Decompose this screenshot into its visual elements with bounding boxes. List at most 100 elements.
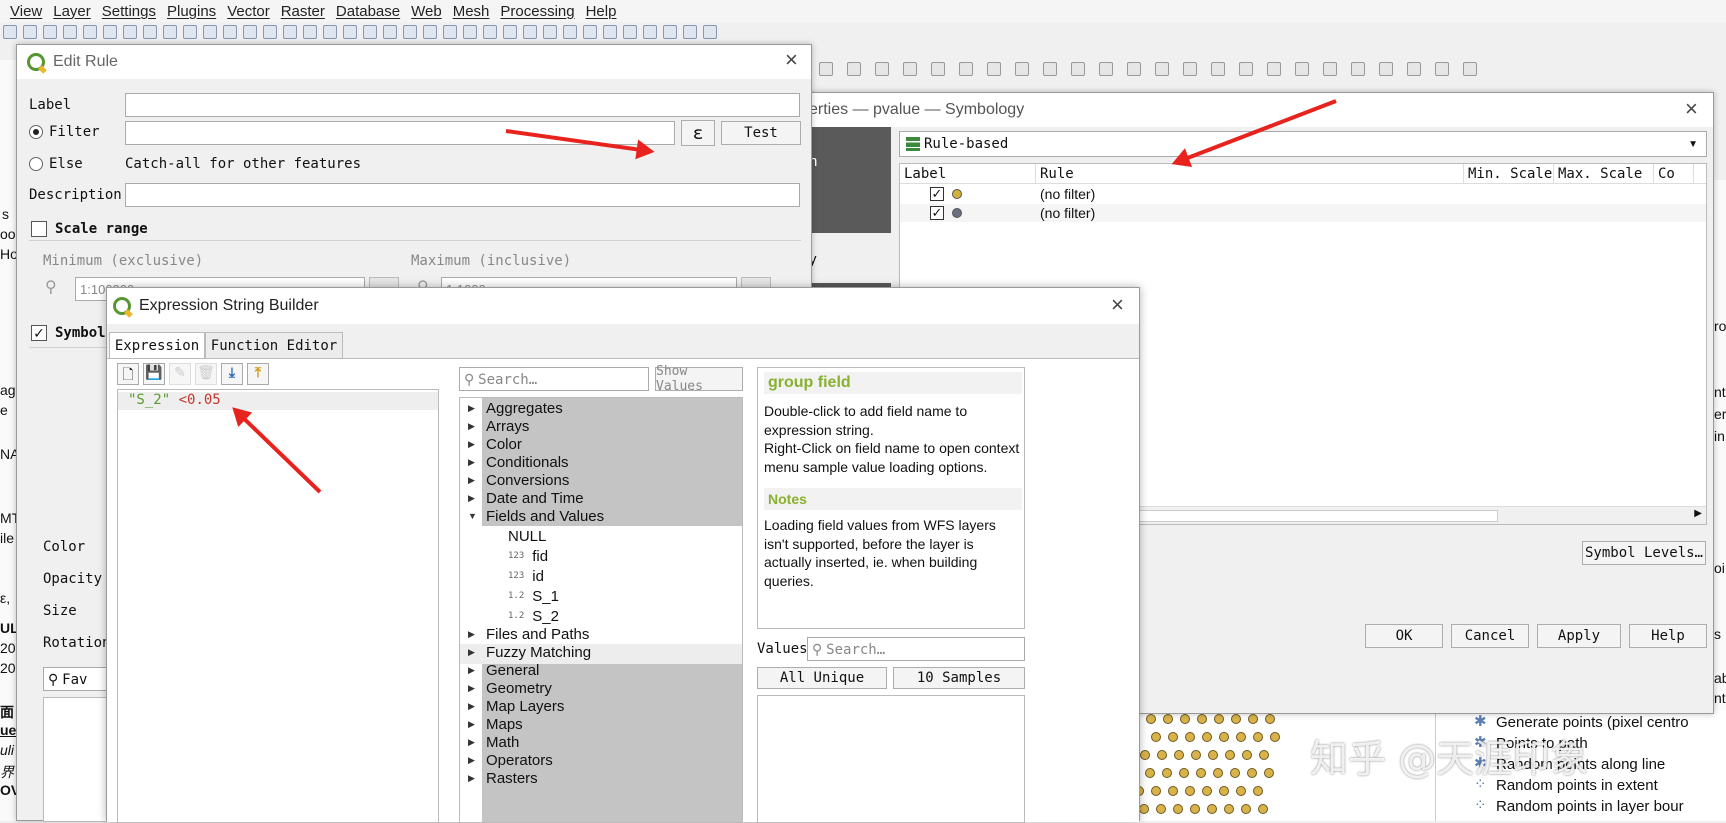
tree-group[interactable]: Fuzzy Matching xyxy=(486,642,591,662)
toolbar-icon[interactable] xyxy=(23,25,37,39)
toolbar-icon[interactable] xyxy=(83,25,97,39)
tree-group[interactable]: Arrays xyxy=(486,416,529,436)
new-file-icon[interactable]: 🗋 xyxy=(117,363,139,385)
renderer-select[interactable]: Rule-based ▼ xyxy=(899,131,1707,157)
field-item[interactable]: 123 id xyxy=(508,566,544,586)
toolbar-icon[interactable] xyxy=(1043,62,1057,76)
cancel-button[interactable]: Cancel xyxy=(1451,624,1529,648)
toolbar-icon[interactable] xyxy=(703,25,717,39)
all-unique-button[interactable]: All Unique xyxy=(757,667,887,689)
menu-layer[interactable]: Layer xyxy=(53,3,91,20)
toolbar-icon[interactable] xyxy=(123,25,137,39)
chevron-right-icon[interactable]: ▶ xyxy=(468,683,475,694)
values-list[interactable] xyxy=(757,695,1025,823)
toolbar-icon[interactable] xyxy=(1463,62,1477,76)
toolbar-icon[interactable] xyxy=(1239,62,1253,76)
chevron-right-icon[interactable]: ▶ xyxy=(468,403,475,414)
close-icon[interactable]: × xyxy=(1111,294,1124,316)
menu-settings[interactable]: Settings xyxy=(102,3,156,20)
chevron-right-icon[interactable]: ▶ xyxy=(468,647,475,658)
toolbar-icon[interactable] xyxy=(103,25,117,39)
tree-group[interactable]: General xyxy=(486,660,539,680)
tree-group[interactable]: Files and Paths xyxy=(486,624,589,644)
toolbar-icon[interactable] xyxy=(1295,62,1309,76)
toolbar-icon[interactable] xyxy=(183,25,197,39)
chevron-down-icon[interactable]: ▼ xyxy=(468,511,477,521)
menu-mesh[interactable]: Mesh xyxy=(453,3,490,20)
toolbar-icon[interactable] xyxy=(63,25,77,39)
column-header[interactable]: Label xyxy=(900,164,1036,183)
toolbar-icon[interactable] xyxy=(683,25,697,39)
field-item[interactable]: 123 fid xyxy=(508,546,548,566)
chevron-right-icon[interactable]: ▶ xyxy=(468,439,475,450)
menu-plugins[interactable]: Plugins xyxy=(167,3,216,20)
toolbar-icon[interactable] xyxy=(1379,62,1393,76)
toolbar-icon[interactable] xyxy=(363,25,377,39)
tree-group[interactable]: Color xyxy=(486,434,522,454)
tree-group[interactable]: Conversions xyxy=(486,470,569,490)
toolbar-icon[interactable] xyxy=(3,25,17,39)
tree-group[interactable]: Map Layers xyxy=(486,696,564,716)
chevron-right-icon[interactable]: ▶ xyxy=(468,493,475,504)
toolbar-icon[interactable] xyxy=(483,25,497,39)
toolbar-icon[interactable] xyxy=(163,25,177,39)
toolbar-icon[interactable] xyxy=(1407,62,1421,76)
tab-function-editor[interactable]: Function Editor xyxy=(205,332,343,358)
toolbar-icon[interactable] xyxy=(1155,62,1169,76)
close-icon[interactable]: × xyxy=(1685,98,1698,120)
toolbar-icon[interactable] xyxy=(1015,62,1029,76)
toolbar-icon[interactable] xyxy=(563,25,577,39)
toolbar-icon[interactable] xyxy=(847,62,861,76)
chevron-right-icon[interactable]: ▶ xyxy=(1694,508,1702,519)
toolbar-icon[interactable] xyxy=(43,25,57,39)
toolbar-icon[interactable] xyxy=(403,25,417,39)
tree-group-expanded[interactable]: Fields and Values xyxy=(486,506,604,526)
toolbar-icon[interactable] xyxy=(1323,62,1337,76)
description-input[interactable] xyxy=(125,183,800,207)
menu-vector[interactable]: Vector xyxy=(227,3,270,20)
menu-help[interactable]: Help xyxy=(586,3,617,20)
rule-checkbox[interactable]: ✓ xyxy=(930,206,944,220)
expression-button[interactable]: ε xyxy=(681,120,715,146)
toolbar-icon[interactable] xyxy=(503,25,517,39)
menu-database[interactable]: Database xyxy=(336,3,400,20)
toolbar-icon[interactable] xyxy=(1351,62,1365,76)
show-values-button[interactable]: Show Values xyxy=(655,364,743,394)
toolbar-icon[interactable] xyxy=(819,62,833,76)
toolbar-icon[interactable] xyxy=(323,25,337,39)
toolbar-icon[interactable] xyxy=(443,25,457,39)
values-search-input[interactable]: ⚲ Search… xyxy=(807,637,1025,661)
toolbar-icon[interactable] xyxy=(343,25,357,39)
export-icon[interactable]: ⤒ xyxy=(247,363,269,385)
toolbar-icon[interactable] xyxy=(959,62,973,76)
tree-group[interactable]: Geometry xyxy=(486,678,552,698)
field-item[interactable]: 1.2 S_1 xyxy=(508,586,559,606)
test-button[interactable]: Test xyxy=(721,121,801,145)
chevron-right-icon[interactable]: ▶ xyxy=(468,755,475,766)
table-row[interactable]: ✓ (no filter) xyxy=(900,204,1706,222)
toolbar-icon[interactable] xyxy=(1267,62,1281,76)
chevron-right-icon[interactable]: ▶ xyxy=(468,457,475,468)
tab-expression[interactable]: Expression xyxy=(109,332,205,358)
menu-web[interactable]: Web xyxy=(411,3,442,20)
rule-checkbox[interactable]: ✓ xyxy=(930,187,944,201)
tree-group[interactable]: Math xyxy=(486,732,519,752)
toolbar-icon[interactable] xyxy=(583,25,597,39)
scale-range-checkbox[interactable] xyxy=(31,221,47,237)
toolbar-icon[interactable] xyxy=(543,25,557,39)
column-header[interactable]: Min. Scale xyxy=(1464,164,1554,183)
toolbar-icon[interactable] xyxy=(463,25,477,39)
chevron-right-icon[interactable]: ▶ xyxy=(468,773,475,784)
tree-group[interactable]: Date and Time xyxy=(486,488,584,508)
toolbar-icon[interactable] xyxy=(1071,62,1085,76)
toolbar-icon[interactable] xyxy=(203,25,217,39)
tree-group[interactable]: Conditionals xyxy=(486,452,569,472)
delete-icon[interactable]: 🗑 xyxy=(195,363,217,385)
function-search-input[interactable]: ⚲ Search… xyxy=(459,367,649,391)
tree-group[interactable]: Operators xyxy=(486,750,553,770)
chevron-right-icon[interactable]: ▶ xyxy=(468,475,475,486)
field-item-selected[interactable]: 1.2 S_2 xyxy=(508,606,559,626)
toolbar-icon[interactable] xyxy=(603,25,617,39)
column-header[interactable]: Co xyxy=(1654,164,1694,183)
algorithm-item[interactable]: Random points in layer bour xyxy=(1496,798,1684,815)
